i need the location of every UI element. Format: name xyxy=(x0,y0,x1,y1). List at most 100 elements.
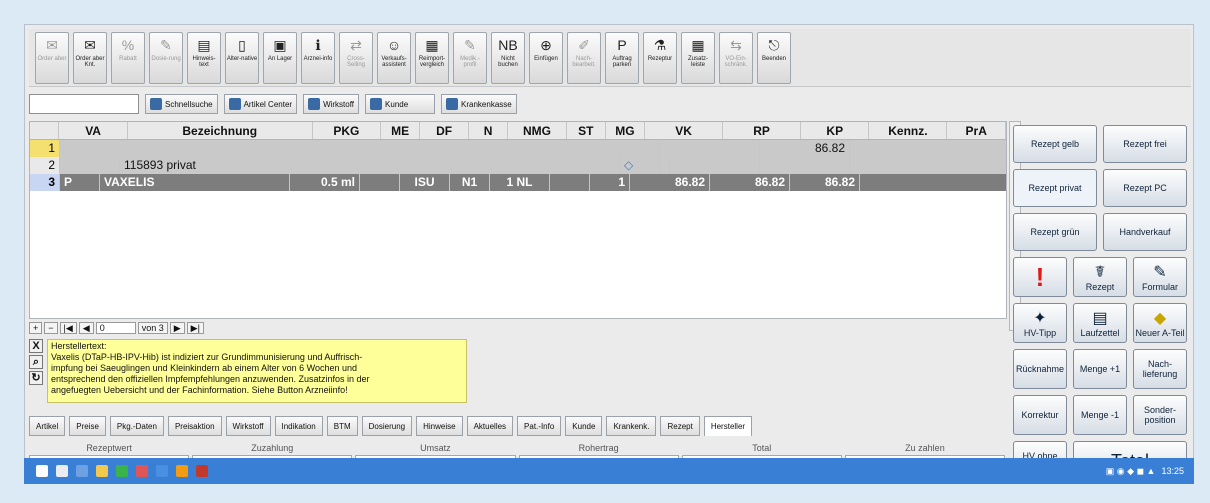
add-record-button[interactable]: + xyxy=(29,322,43,334)
windows-taskbar: ▣ ◉ ◆ ◼ ▲ 13:25 xyxy=(24,458,1194,484)
tab-7[interactable]: Dosierung xyxy=(361,416,413,436)
column-header[interactable]: KP xyxy=(801,122,870,139)
close-icon[interactable]: X xyxy=(29,339,43,353)
column-header[interactable]: PrA xyxy=(947,122,1007,139)
tab-11[interactable]: Kunde xyxy=(565,416,603,436)
page-field[interactable]: 0 xyxy=(95,322,136,334)
taskbar-app-icon[interactable] xyxy=(156,465,168,477)
tab-14[interactable]: Hersteller xyxy=(703,416,753,436)
toolbar-button-7[interactable]: ℹ Arznei-info xyxy=(301,32,335,84)
kunde-button[interactable]: Kunde xyxy=(365,94,436,114)
rezept-pc-button[interactable]: Rezept PC xyxy=(1103,169,1187,207)
column-header[interactable]: ME xyxy=(381,122,421,139)
toolbar-button-11[interactable]: ✎ Medik.-profil xyxy=(453,32,487,84)
toolbar-button-10[interactable]: ▦ Reimport-vergleich xyxy=(415,32,449,84)
laufzettel-button[interactable]: ▤ Laufzettel xyxy=(1073,303,1127,343)
column-header[interactable]: VA xyxy=(59,122,128,139)
tab-0[interactable]: Artikel xyxy=(29,416,66,436)
column-header[interactable]: NMG xyxy=(508,122,567,139)
tray-icons[interactable]: ▣ ◉ ◆ ◼ ▲ xyxy=(1106,466,1156,477)
toolbar-button-9[interactable]: ☺ Verkaufs-assistent xyxy=(377,32,411,84)
taskbar-app-icon[interactable] xyxy=(136,465,148,477)
ruecknahme-button[interactable]: Rücknahme xyxy=(1013,349,1067,389)
taskbar-app-icon[interactable] xyxy=(96,465,108,477)
table-row[interactable]: 2 115893 privat ◇ xyxy=(30,157,1006,174)
tab-8[interactable]: Hinweise xyxy=(416,416,463,436)
search-icon[interactable]: ⌕ xyxy=(29,355,43,369)
tab-13[interactable]: Rezept xyxy=(660,416,700,436)
next-record-button[interactable]: ▶ xyxy=(169,322,185,334)
toolbar-button-14[interactable]: ✐ Nach-bearbeit. xyxy=(567,32,601,84)
column-header[interactable]: DF xyxy=(420,122,470,139)
rezept-gelb-button[interactable]: Rezept gelb xyxy=(1013,125,1097,163)
toolbar-button-4[interactable]: ▤ Hinweis-text xyxy=(187,32,221,84)
handverkauf-button[interactable]: Handverkauf xyxy=(1103,213,1187,251)
column-header[interactable]: PKG xyxy=(313,122,382,139)
artikel-center-button[interactable]: Artikel Center xyxy=(223,94,298,114)
toolbar-button-17[interactable]: ▦ Zusatz-leiste xyxy=(681,32,715,84)
toolbar-button-6[interactable]: ▣ An Lager xyxy=(263,32,297,84)
toolbar-button-19[interactable]: ⎋ Beenden xyxy=(757,32,791,84)
taskbar-app-icon[interactable] xyxy=(196,465,208,477)
tab-2[interactable]: Pkg.-Daten xyxy=(109,416,164,436)
korrektur-button[interactable]: Korrektur xyxy=(1013,395,1067,435)
toolbar-button-13[interactable]: ⊕ Einfügen xyxy=(529,32,563,84)
tab-9[interactable]: Aktuelles xyxy=(466,416,514,436)
tab-5[interactable]: Indikation xyxy=(274,416,323,436)
neuer-a-teil-button[interactable]: ◆ Neuer A-Teil xyxy=(1133,303,1187,343)
toolbar-button-3[interactable]: ✎ Dosie-rung xyxy=(149,32,183,84)
toolbar-button-5[interactable]: ▯ Alter-native xyxy=(225,32,259,84)
toolbar-button-8[interactable]: ⇄ Cross-Selling xyxy=(339,32,373,84)
menge-minus-button[interactable]: Menge -1 xyxy=(1073,395,1127,435)
toolbar-button-18[interactable]: ⇆ VO-Ein-schränk. xyxy=(719,32,753,84)
column-header[interactable]: Bezeichnung xyxy=(128,122,313,139)
info-side-icons: X ⌕ ↻ xyxy=(29,339,45,399)
menge-plus-button[interactable]: Menge +1 xyxy=(1073,349,1127,389)
rezept-privat-button[interactable]: Rezept privat xyxy=(1013,169,1097,207)
nachlieferung-button[interactable]: Nach-lieferung xyxy=(1133,349,1187,389)
rezept-small-button[interactable]: ☤ Rezept xyxy=(1073,257,1127,297)
last-record-button[interactable]: ▶| xyxy=(186,322,204,334)
tab-1[interactable]: Preise xyxy=(69,416,106,436)
toolbar-button-2[interactable]: % Rabatt xyxy=(111,32,145,84)
formular-button[interactable]: ✎ Formular xyxy=(1133,257,1187,297)
start-icon[interactable] xyxy=(36,465,48,477)
tab-12[interactable]: Krankenk. xyxy=(606,416,657,436)
taskbar-app-icon[interactable] xyxy=(176,465,188,477)
column-header[interactable]: N xyxy=(469,122,509,139)
toolbar-button-1[interactable]: ✉ Order aber Knt. xyxy=(73,32,107,84)
table-row[interactable]: 3 P VAXELIS 0.5 ml ISU N1 1 NL 1 86.82 8… xyxy=(30,174,1006,191)
page-count: von 3 xyxy=(137,322,168,334)
toolbar-button-16[interactable]: ⚗ Rezeptur xyxy=(643,32,677,84)
tab-4[interactable]: Wirkstoff xyxy=(225,416,271,436)
search-input[interactable] xyxy=(29,94,139,114)
column-header[interactable]: MG xyxy=(606,122,646,139)
bottle-icon: ▯ xyxy=(238,37,246,53)
warning-icon[interactable]: ! xyxy=(1013,257,1067,297)
tab-3[interactable]: Preisaktion xyxy=(167,416,222,436)
wirkstoff-button[interactable]: Wirkstoff xyxy=(303,94,360,114)
column-header[interactable]: Kennz. xyxy=(869,122,948,139)
rezept-frei-button[interactable]: Rezept frei xyxy=(1103,125,1187,163)
toolbar-button-15[interactable]: P Auftrag parken xyxy=(605,32,639,84)
toolbar-button-0[interactable]: ✉ Order aber xyxy=(35,32,69,84)
toolbar-button-12[interactable]: NB Nicht buchen xyxy=(491,32,525,84)
delete-record-button[interactable]: − xyxy=(44,322,58,334)
rezept-gruen-button[interactable]: Rezept grün xyxy=(1013,213,1097,251)
refresh-icon[interactable]: ↻ xyxy=(29,371,43,385)
sonderposition-button[interactable]: Sonder-position xyxy=(1133,395,1187,435)
insert-icon: ⊕ xyxy=(540,37,552,53)
hv-tipp-button[interactable]: ✦ HV-Tipp xyxy=(1013,303,1067,343)
taskbar-app-icon[interactable] xyxy=(76,465,88,477)
tab-10[interactable]: Pat.-Info xyxy=(517,416,562,436)
taskbar-app-icon[interactable] xyxy=(56,465,68,477)
tab-6[interactable]: BTM xyxy=(326,416,358,436)
krankenkasse-button[interactable]: Krankenkasse xyxy=(441,94,517,114)
prev-record-button[interactable]: ◀ xyxy=(78,322,94,334)
column-header[interactable]: ST xyxy=(567,122,606,139)
column-header[interactable]: VK xyxy=(645,122,724,139)
schnellsuche-button[interactable]: Schnellsuche xyxy=(145,94,218,114)
column-header[interactable]: RP xyxy=(723,122,802,139)
first-record-button[interactable]: |◀ xyxy=(59,322,77,334)
taskbar-app-icon[interactable] xyxy=(116,465,128,477)
